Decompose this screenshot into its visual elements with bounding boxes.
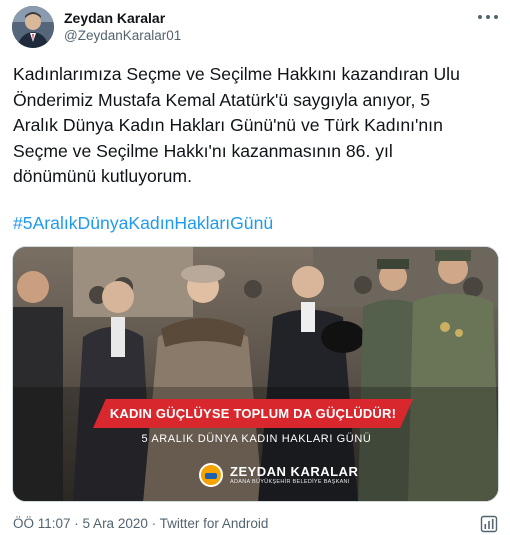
brand-subtitle: ADANA BÜYÜKŞEHİR BELEDİYE BAŞKANI xyxy=(230,478,350,485)
tweet-source[interactable]: Twitter for Android xyxy=(160,516,269,531)
brand-block: ZEYDAN KARALAR ADANA BÜYÜKŞEHİR BELEDİYE… xyxy=(199,463,358,487)
meta-separator: · xyxy=(147,516,160,531)
banner-text: KADIN GÜÇLÜYSE TOPLUM DA GÜÇLÜDÜR! xyxy=(109,406,397,421)
author-handle[interactable]: @ZeydanKaralar01 xyxy=(64,27,181,45)
municipality-logo-icon xyxy=(199,463,223,487)
author-display-name[interactable]: Zeydan Karalar xyxy=(64,9,181,27)
media-banner: KADIN GÜÇLÜYSE TOPLUM DA GÜÇLÜDÜR! xyxy=(93,399,413,428)
tweet-media[interactable]: KADIN GÜÇLÜYSE TOPLUM DA GÜÇLÜDÜR! 5 ARA… xyxy=(12,246,499,502)
tweet-header: Zeydan Karalar @ZeydanKaralar01 xyxy=(12,6,498,48)
tweet-date[interactable]: 5 Ara 2020 xyxy=(83,516,148,531)
analytics-icon[interactable] xyxy=(480,515,498,533)
tweet-meta: ÖÖ 11:07 · 5 Ara 2020 · Twitter for Andr… xyxy=(13,516,268,531)
tweet-text: Kadınlarımıza Seçme ve Seçilme Hakkını k… xyxy=(13,64,460,186)
brand-name: ZEYDAN KARALAR xyxy=(230,463,359,479)
avatar[interactable] xyxy=(12,6,54,48)
tweet-time[interactable]: ÖÖ 11:07 xyxy=(13,516,71,531)
hashtag-link[interactable]: #5AralıkDünyaKadınHaklarıGünü xyxy=(13,211,273,236)
more-dots-icon[interactable] xyxy=(478,10,498,24)
meta-separator: · xyxy=(70,516,83,531)
avatar-image xyxy=(12,6,54,48)
sub-banner-text: 5 ARALIK DÜNYA KADIN HAKLARI GÜNÜ xyxy=(141,433,372,445)
